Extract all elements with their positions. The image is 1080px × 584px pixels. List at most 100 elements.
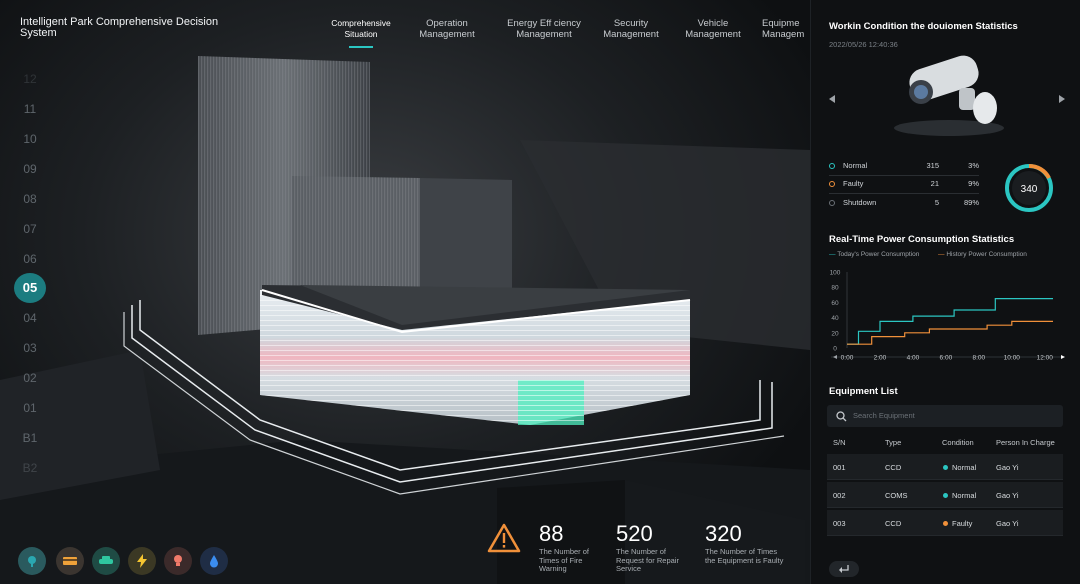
- floor-b2[interactable]: B2: [14, 453, 46, 483]
- condition-count: 315: [926, 161, 939, 170]
- cell-type: COMS: [885, 491, 908, 500]
- search-equipment-input[interactable]: Search Equipment: [827, 405, 1063, 427]
- nav-tab-vehicle-management[interactable]: Vehicle Management: [678, 18, 748, 40]
- floor-01[interactable]: 01: [14, 393, 46, 423]
- condition-count: 5: [934, 198, 939, 207]
- nav-tab-energy-efficiency-management[interactable]: Energy Eff ciency Management: [498, 18, 590, 40]
- condition-row-shutdown: Shutdown 5 89%: [829, 195, 979, 213]
- condition-row-normal: Normal 315 3%: [829, 158, 979, 176]
- history-legend: — History Power Consumption: [938, 251, 1027, 258]
- nav-tab-operation-management[interactable]: Operation Management: [412, 18, 482, 40]
- x-axis-prev-icon: [833, 355, 837, 359]
- faulty-dot-icon: [829, 181, 835, 187]
- table-row[interactable]: 002 COMS Normal Gao Yi: [827, 482, 1063, 508]
- today-legend: — Today's Power Consumption: [829, 251, 920, 258]
- lightning-icon: [137, 554, 147, 568]
- col-sn: S/N: [833, 438, 846, 447]
- building-3d-view[interactable]: [0, 0, 810, 584]
- nav-tab-comprehensive-situation[interactable]: Comprehensive Situation: [320, 18, 402, 48]
- series-history-line: [847, 320, 1053, 345]
- today-legend-label: Today's Power Consumption: [837, 251, 920, 258]
- condition-percent: 3%: [968, 161, 979, 170]
- cell-sn: 003: [833, 519, 846, 528]
- floor-05-active[interactable]: 05: [14, 273, 46, 303]
- x-tick-label: 12:00: [1037, 355, 1054, 362]
- shutdown-dot-icon: [829, 200, 835, 206]
- floor-b1[interactable]: B1: [14, 423, 46, 453]
- floor-08[interactable]: 08: [14, 184, 46, 214]
- water-layer-button[interactable]: [200, 547, 228, 575]
- y-tick-label: 0: [833, 346, 837, 353]
- equipment-list-title: Equipment List: [829, 386, 898, 397]
- col-type: Type: [885, 438, 902, 447]
- card-icon: [63, 557, 77, 565]
- work-condition-title: Workin Condition the douiomen Statistics: [829, 21, 1018, 32]
- y-tick-label: 100: [830, 270, 841, 277]
- scene-graphic: [0, 56, 810, 584]
- car-layer-button[interactable]: [92, 547, 120, 575]
- cell-type: CCD: [885, 463, 902, 472]
- car-icon: [99, 556, 113, 564]
- condition-percent: 9%: [968, 179, 979, 188]
- status-dot-icon: [943, 465, 948, 470]
- y-tick-label: 40: [831, 315, 839, 322]
- condition-name: Faulty: [843, 179, 864, 188]
- floor-03[interactable]: 03: [14, 333, 46, 363]
- app-title: Intelligent Park Comprehensive Decision …: [20, 16, 219, 39]
- nav-tab-security-management[interactable]: Security Management: [596, 18, 666, 40]
- history-legend-label: History Power Consumption: [946, 251, 1027, 258]
- right-panel: Workin Condition the douiomen Statistics…: [810, 0, 1080, 584]
- equipment-fault-stat: 320 The Number of Times the Equipment is…: [705, 522, 795, 565]
- col-person: Person In Charge: [996, 438, 1055, 447]
- condition-row-faulty: Faulty 21 9%: [829, 176, 979, 194]
- x-tick-label: 6:00: [940, 355, 953, 362]
- status-dot-icon: [943, 493, 948, 498]
- floor-09[interactable]: 09: [14, 154, 46, 184]
- table-row[interactable]: 003 CCD Faulty Gao Yi: [827, 510, 1063, 536]
- warning-icon: [487, 523, 521, 553]
- floor-04[interactable]: 04: [14, 303, 46, 333]
- power-title: Real-Time Power Consumption Statistics: [829, 234, 1015, 245]
- y-tick-label: 80: [831, 285, 839, 292]
- x-tick-label: 10:00: [1004, 355, 1021, 362]
- x-tick-label: 2:00: [874, 355, 887, 362]
- col-condition: Condition: [942, 438, 974, 447]
- carousel-next-icon[interactable]: [1057, 95, 1065, 103]
- normal-dot-icon: [829, 163, 835, 169]
- x-tick-label: 4:00: [907, 355, 920, 362]
- floor-10[interactable]: 10: [14, 124, 46, 154]
- cell-condition: Normal: [952, 463, 977, 472]
- table-row[interactable]: 001 CCD Normal Gao Yi: [827, 454, 1063, 480]
- back-button[interactable]: [829, 561, 859, 577]
- status-dot-icon: [943, 521, 948, 526]
- floor-12[interactable]: 12: [14, 64, 46, 94]
- carousel-prev-icon[interactable]: [829, 95, 837, 103]
- total-count: 340: [1021, 184, 1038, 195]
- search-icon: [836, 411, 847, 422]
- location-layer-button[interactable]: [18, 547, 46, 575]
- condition-name: Normal: [843, 161, 868, 170]
- floor-07[interactable]: 07: [14, 214, 46, 244]
- lighting-layer-button[interactable]: [164, 547, 192, 575]
- y-tick-label: 20: [831, 330, 839, 337]
- power-chart: 100 80 60 40 20 0 0:00 2:00 4:00 6:00 8:00 10:00 12:…: [830, 270, 1065, 362]
- cell-person: Gao Yi: [996, 519, 1019, 528]
- fire-warning-label: The Number of Times of Fire Warning: [539, 547, 590, 573]
- card-layer-button[interactable]: [56, 547, 84, 575]
- repair-request-stat: 520 The Number of Request for Repair Ser…: [616, 522, 706, 574]
- cell-sn: 002: [833, 491, 846, 500]
- condition-percent: 89%: [963, 198, 979, 207]
- floor-11[interactable]: 11: [14, 94, 46, 124]
- condition-count: 21: [930, 179, 939, 188]
- x-tick-label: 0:00: [841, 355, 854, 362]
- location-pin-icon: [28, 556, 36, 567]
- repair-request-count: 520: [616, 521, 653, 546]
- floor-06[interactable]: 06: [14, 244, 46, 274]
- floor-02[interactable]: 02: [14, 363, 46, 393]
- nav-tab-equipment-management[interactable]: Equipme Managem: [762, 18, 810, 40]
- cell-sn: 001: [833, 463, 846, 472]
- y-tick-label: 60: [831, 300, 839, 307]
- cell-type: CCD: [885, 519, 902, 528]
- bulb-icon: [174, 555, 182, 566]
- power-layer-button[interactable]: [128, 547, 156, 575]
